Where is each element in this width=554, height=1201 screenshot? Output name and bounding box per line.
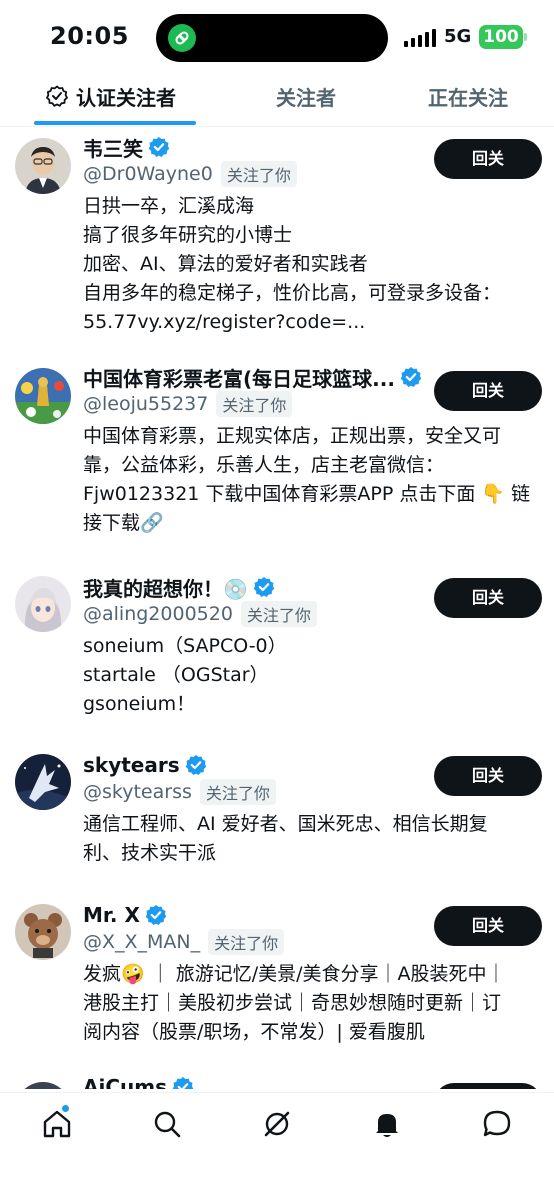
user-bio: 通信工程师、AI 爱好者、国米死忠、相信长期复 利、技术实干派: [83, 813, 488, 864]
follow-back-button[interactable]: 回关: [434, 578, 542, 618]
messages-icon[interactable]: [480, 1107, 514, 1141]
follows-you-badge: 关注了你: [199, 779, 276, 805]
follows-you-badge: 关注了你: [208, 929, 285, 955]
follows-you-badge: 关注了你: [220, 161, 297, 187]
user-name[interactable]: Mr. X: [83, 903, 140, 927]
cellular-signal-icon: [404, 29, 436, 47]
verified-badge-icon: [148, 137, 170, 157]
notifications-icon[interactable]: [370, 1107, 404, 1141]
avatar[interactable]: [15, 576, 71, 632]
verified-badge-icon: [145, 905, 167, 925]
tab-followers[interactable]: 关注者: [276, 76, 336, 126]
grok-icon[interactable]: [260, 1107, 294, 1141]
home-icon[interactable]: [40, 1107, 74, 1141]
user-handle: @skytearss: [83, 781, 192, 803]
list-item[interactable]: skytears @skytearss 关注了你 通信工程师、AI 爱好者、国米…: [0, 751, 554, 901]
search-icon[interactable]: [150, 1107, 184, 1141]
list-item[interactable]: Mr. X @X_X_MAN_ 关注了你 发疯🤪 ｜ 旅游记忆/美景/美食分享｜…: [0, 901, 554, 1079]
home-notification-dot: [62, 1105, 69, 1112]
battery-indicator: 100: [479, 25, 527, 49]
user-handle: @X_X_MAN_: [83, 931, 201, 953]
user-name[interactable]: 中国体育彩票老富(每日足球篮球...: [83, 363, 395, 392]
user-bio: 发疯🤪 ｜ 旅游记忆/美景/美食分享｜A股装死中｜ 港股主打｜美股初步尝试｜奇思…: [83, 963, 506, 1043]
follow-back-button[interactable]: 回关: [434, 756, 542, 796]
avatar[interactable]: [15, 368, 71, 424]
status-bar: 20:05 5G 100: [0, 0, 554, 76]
follows-you-badge: 关注了你: [240, 601, 317, 627]
follower-tabs: 认证关注者 关注者 正在关注: [0, 76, 554, 127]
avatar[interactable]: [15, 904, 71, 960]
list-item[interactable]: AiCums: [0, 1075, 554, 1089]
tab-following[interactable]: 正在关注: [428, 76, 508, 126]
link-activity-icon: [168, 24, 196, 52]
avatar[interactable]: [15, 138, 71, 194]
user-name[interactable]: 我真的超想你！💿: [83, 573, 248, 602]
bio-link[interactable]: 55.77vy.xyz/register?code=...: [83, 308, 543, 337]
user-handle: @Dr0Wayne0: [83, 163, 213, 185]
user-handle: @aling2000520: [83, 603, 233, 625]
user-bio: 中国体育彩票，正规实体店，正规出票，安全又可 靠，公益体彩，乐善人生，店主老富微…: [83, 425, 531, 534]
follow-back-button[interactable]: 回关: [434, 906, 542, 946]
active-tab-indicator: [34, 121, 196, 125]
status-time: 20:05: [50, 22, 129, 50]
verified-badge-icon: [185, 755, 206, 775]
list-item[interactable]: 中国体育彩票老富(每日足球篮球... @leoju55237 关注了你 中国体育…: [0, 357, 554, 573]
user-bio: 日拱一卒，汇溪成海 搞了很多年研究的小博士 加密、AI、算法的爱好者和实践者 自…: [83, 192, 543, 337]
verified-badge-icon: [253, 577, 275, 597]
bottom-navigation: [0, 1092, 554, 1201]
tab-verified-followers[interactable]: 认证关注者: [46, 76, 176, 126]
list-item[interactable]: 我真的超想你！💿 @aling2000520 关注了你 soneium（SAPC…: [0, 573, 554, 751]
user-name[interactable]: AiCums: [83, 1075, 167, 1089]
verified-followers-list: 韦三笑 @Dr0Wayne0 关注了你 日拱一卒，汇溪成海 搞了很多年研究的小博…: [0, 127, 554, 1089]
verified-badge-icon: [172, 1077, 194, 1089]
follow-back-button[interactable]: 回关: [434, 371, 542, 411]
avatar[interactable]: [15, 754, 71, 810]
network-type: 5G: [444, 26, 472, 47]
tab-label: 认证关注者: [76, 86, 176, 110]
verified-badge-icon: [400, 367, 422, 387]
follows-you-badge: 关注了你: [216, 391, 293, 417]
user-name[interactable]: skytears: [83, 753, 180, 777]
dynamic-island: [156, 14, 388, 62]
user-handle: @leoju55237: [83, 393, 209, 415]
user-bio: soneium（SAPCO-0） startale （OGStar） gsone…: [83, 635, 287, 715]
user-name[interactable]: 韦三笑: [83, 133, 143, 162]
follow-back-button[interactable]: [434, 1083, 542, 1089]
list-item[interactable]: 韦三笑 @Dr0Wayne0 关注了你 日拱一卒，汇溪成海 搞了很多年研究的小博…: [0, 127, 554, 357]
follow-back-button[interactable]: 回关: [434, 139, 542, 179]
verified-check-icon: [46, 78, 68, 122]
avatar[interactable]: [15, 1082, 71, 1089]
